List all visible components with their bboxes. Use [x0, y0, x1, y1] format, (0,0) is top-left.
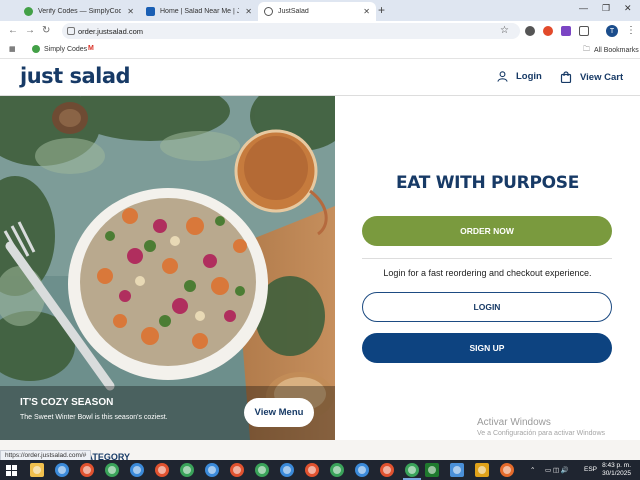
tab-simplycodes[interactable]: Verify Codes — SimplyCodes ✕ [18, 2, 140, 21]
chrome-icon[interactable] [80, 463, 94, 477]
taskbar-clock[interactable]: 8:43 p. m. 30/1/2025 [599, 462, 631, 478]
chrome-icon[interactable] [355, 463, 369, 477]
clock-date: 30/1/2025 [602, 470, 631, 477]
check-icon [24, 7, 33, 16]
tab-justsalad-active[interactable]: JustSalad ✕ [258, 2, 376, 21]
shopping-bag-icon [560, 71, 572, 83]
tab-label: Verify Codes — SimplyCodes [38, 8, 122, 15]
chrome-icon[interactable] [180, 463, 194, 477]
bookmark-label: Simply Codes [44, 45, 88, 53]
url-text: order.justsalad.com [78, 26, 144, 36]
clock-time: 8:43 p. m. [602, 462, 631, 469]
chrome-icon[interactable] [55, 463, 69, 477]
chrome-icon[interactable] [230, 463, 244, 477]
chrome-icon[interactable] [280, 463, 294, 477]
view-cart-link[interactable]: View Cart [560, 71, 623, 83]
close-icon[interactable]: ✕ [245, 7, 252, 16]
profile-avatar[interactable]: T [606, 25, 618, 37]
hero-salad-image [0, 96, 335, 440]
gmail-icon[interactable]: M [88, 45, 94, 52]
tab-justsalad-home[interactable]: Home | Salad Near Me | Just Sa ✕ [140, 2, 258, 21]
minimize-icon[interactable]: — [579, 3, 588, 13]
address-toolbar: ← → ↻ order.justsalad.com ☆ T ⋮ [0, 21, 640, 41]
language-indicator[interactable]: ESP [584, 466, 597, 473]
close-icon[interactable]: ✕ [363, 7, 370, 16]
chrome-icon[interactable] [205, 463, 219, 477]
bookmarks-bar: ▦ Simply Codes M 🗀 All Bookmarks [0, 41, 640, 59]
windows-start-icon[interactable] [6, 465, 17, 476]
new-tab-plus-icon[interactable]: + [378, 3, 385, 17]
extension-icon[interactable] [525, 26, 535, 36]
close-icon[interactable]: ✕ [127, 7, 134, 16]
login-prompt-text: Login for a fast reordering and checkout… [383, 268, 592, 278]
tab-label: Home | Salad Near Me | Just Sa [160, 8, 240, 15]
view-menu-button[interactable]: View Menu [244, 398, 314, 427]
all-bookmarks-label: All Bookmarks [594, 47, 639, 54]
windows-activation-watermark: Activar Windows [477, 417, 551, 428]
windows-taskbar: ⌃ ▭ ◫ 🔊 ESP 8:43 p. m. 30/1/2025 [0, 460, 640, 480]
chrome-icon[interactable] [330, 463, 344, 477]
justsalad-favicon-icon [264, 7, 273, 16]
address-bar[interactable]: order.justsalad.com [62, 23, 520, 39]
sign-up-button[interactable]: SIGN UP [362, 333, 612, 363]
extension-icon[interactable] [543, 26, 553, 36]
login-button[interactable]: LOGIN [362, 292, 612, 322]
check-icon [32, 45, 40, 53]
folder-icon: 🗀 [583, 46, 590, 53]
restore-icon[interactable]: ❐ [602, 3, 610, 14]
menu-kebab-icon[interactable]: ⋮ [626, 25, 636, 36]
forward-arrow-icon[interactable]: → [25, 25, 35, 36]
browser-tab-bar: Verify Codes — SimplyCodes ✕ Home | Sala… [0, 0, 640, 21]
extension-icon[interactable] [561, 26, 571, 36]
bookmark-simplycodes[interactable]: Simply Codes [32, 45, 87, 53]
file-explorer-icon[interactable] [30, 463, 44, 477]
chrome-icon[interactable] [405, 463, 419, 477]
windows-activation-subtext: Ve a Configuración para activar Windows [477, 430, 606, 437]
terminal-icon[interactable] [425, 463, 439, 477]
back-arrow-icon[interactable]: ← [8, 25, 18, 36]
login-link-label: Login [516, 71, 542, 82]
divider [362, 258, 612, 259]
chrome-icon[interactable] [130, 463, 144, 477]
site-header: just salad Login View Cart [0, 59, 640, 96]
all-bookmarks[interactable]: 🗀 All Bookmarks [583, 45, 639, 56]
chrome-icon[interactable] [155, 463, 169, 477]
tray-icons[interactable]: ▭ ◫ 🔊 [545, 466, 569, 474]
chrome-icon[interactable] [105, 463, 119, 477]
tab-label: JustSalad [278, 8, 309, 15]
chrome-icon[interactable] [380, 463, 394, 477]
hero-title: IT'S COZY SEASON [20, 397, 114, 408]
chrome-icon[interactable] [305, 463, 319, 477]
bookmark-star-icon[interactable]: ☆ [500, 25, 509, 36]
page-headline: EAT WITH PURPOSE [395, 173, 580, 193]
site-info-icon[interactable] [67, 27, 75, 35]
order-now-button[interactable]: ORDER NOW [362, 216, 612, 246]
app-icon[interactable] [500, 463, 514, 477]
just-salad-logo[interactable]: just salad [20, 64, 131, 88]
sublime-icon[interactable] [475, 463, 489, 477]
chrome-icon[interactable] [255, 463, 269, 477]
extensions-puzzle-icon[interactable] [579, 26, 589, 36]
reload-icon[interactable]: ↻ [42, 25, 50, 36]
app-icon[interactable] [450, 463, 464, 477]
view-cart-label: View Cart [580, 71, 624, 83]
apps-grid-icon[interactable]: ▦ [9, 45, 16, 53]
window-close-icon[interactable]: ✕ [624, 3, 632, 14]
hero-subtitle: The Sweet Winter Bowl is this season's c… [20, 414, 168, 421]
salad-bowl-illustration [0, 96, 335, 440]
user-icon [497, 71, 508, 82]
login-link[interactable]: Login [497, 71, 542, 82]
tray-arrow-icon[interactable]: ⌃ [530, 466, 535, 474]
justsalad-favicon-icon [146, 7, 155, 16]
